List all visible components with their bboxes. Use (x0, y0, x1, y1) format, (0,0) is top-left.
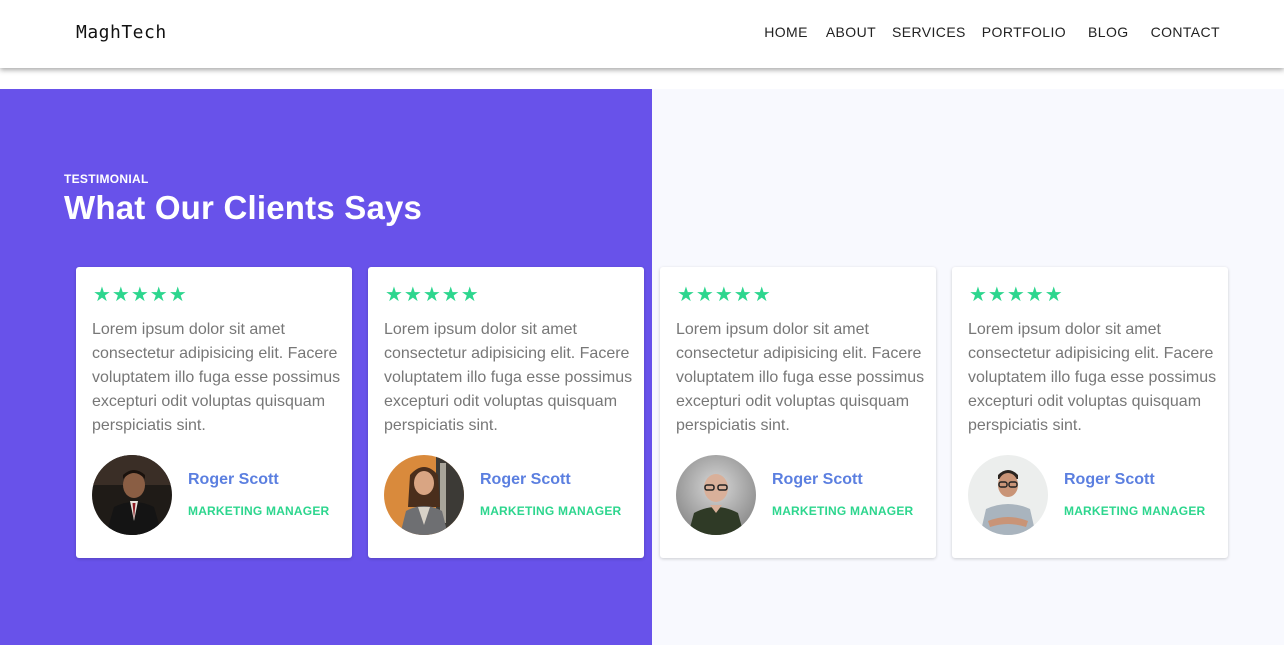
testimonial-quote: Lorem ipsum dolor sit amet consectetur a… (92, 321, 341, 434)
navbar: MaghTech HOME ABOUT SERVICES PORTFOLIO B… (0, 0, 1284, 68)
testimonial-card: ★★★★★ Lorem ipsum dolor sit amet consect… (660, 267, 936, 558)
star-rating: ★★★★★ (677, 284, 772, 306)
client-name: Roger Scott (1064, 471, 1155, 488)
nav-portfolio[interactable]: PORTFOLIO (982, 24, 1066, 40)
nav-services[interactable]: SERVICES (892, 24, 966, 40)
star-rating: ★★★★★ (969, 284, 1064, 306)
avatar-bald-man-glasses (676, 455, 756, 535)
testimonial-card: ★★★★★ Lorem ipsum dolor sit amet consect… (952, 267, 1228, 558)
testimonial-card: ★★★★★ Lorem ipsum dolor sit amet consect… (76, 267, 352, 558)
section-eyebrow: TESTIMONIAL (64, 172, 149, 186)
client-role: MARKETING MANAGER (772, 504, 914, 518)
testimonial-quote: Lorem ipsum dolor sit amet consectetur a… (968, 321, 1217, 434)
star-rating: ★★★★★ (93, 284, 188, 306)
avatar-woman-blazer (384, 455, 464, 535)
section-title: What Our Clients Says (64, 189, 423, 226)
client-role: MARKETING MANAGER (188, 504, 330, 518)
star-rating: ★★★★★ (385, 284, 480, 306)
client-role: MARKETING MANAGER (480, 504, 622, 518)
testimonial-quote: Lorem ipsum dolor sit amet consectetur a… (676, 321, 925, 434)
main-nav: HOME ABOUT SERVICES PORTFOLIO BLOG CONTA… (764, 24, 1220, 40)
testimonial-quote: Lorem ipsum dolor sit amet consectetur a… (384, 321, 633, 434)
nav-blog[interactable]: BLOG (1088, 24, 1129, 40)
avatar-man-suit (92, 455, 172, 535)
client-name: Roger Scott (188, 471, 279, 488)
client-name: Roger Scott (772, 471, 863, 488)
client-name: Roger Scott (480, 471, 571, 488)
nav-home[interactable]: HOME (764, 24, 808, 40)
site-logo[interactable]: MaghTech (76, 22, 167, 43)
client-role: MARKETING MANAGER (1064, 504, 1206, 518)
nav-about[interactable]: ABOUT (826, 24, 876, 40)
testimonial-card: ★★★★★ Lorem ipsum dolor sit amet consect… (368, 267, 644, 558)
nav-contact[interactable]: CONTACT (1151, 24, 1220, 40)
avatar-man-arms-crossed (968, 455, 1048, 535)
